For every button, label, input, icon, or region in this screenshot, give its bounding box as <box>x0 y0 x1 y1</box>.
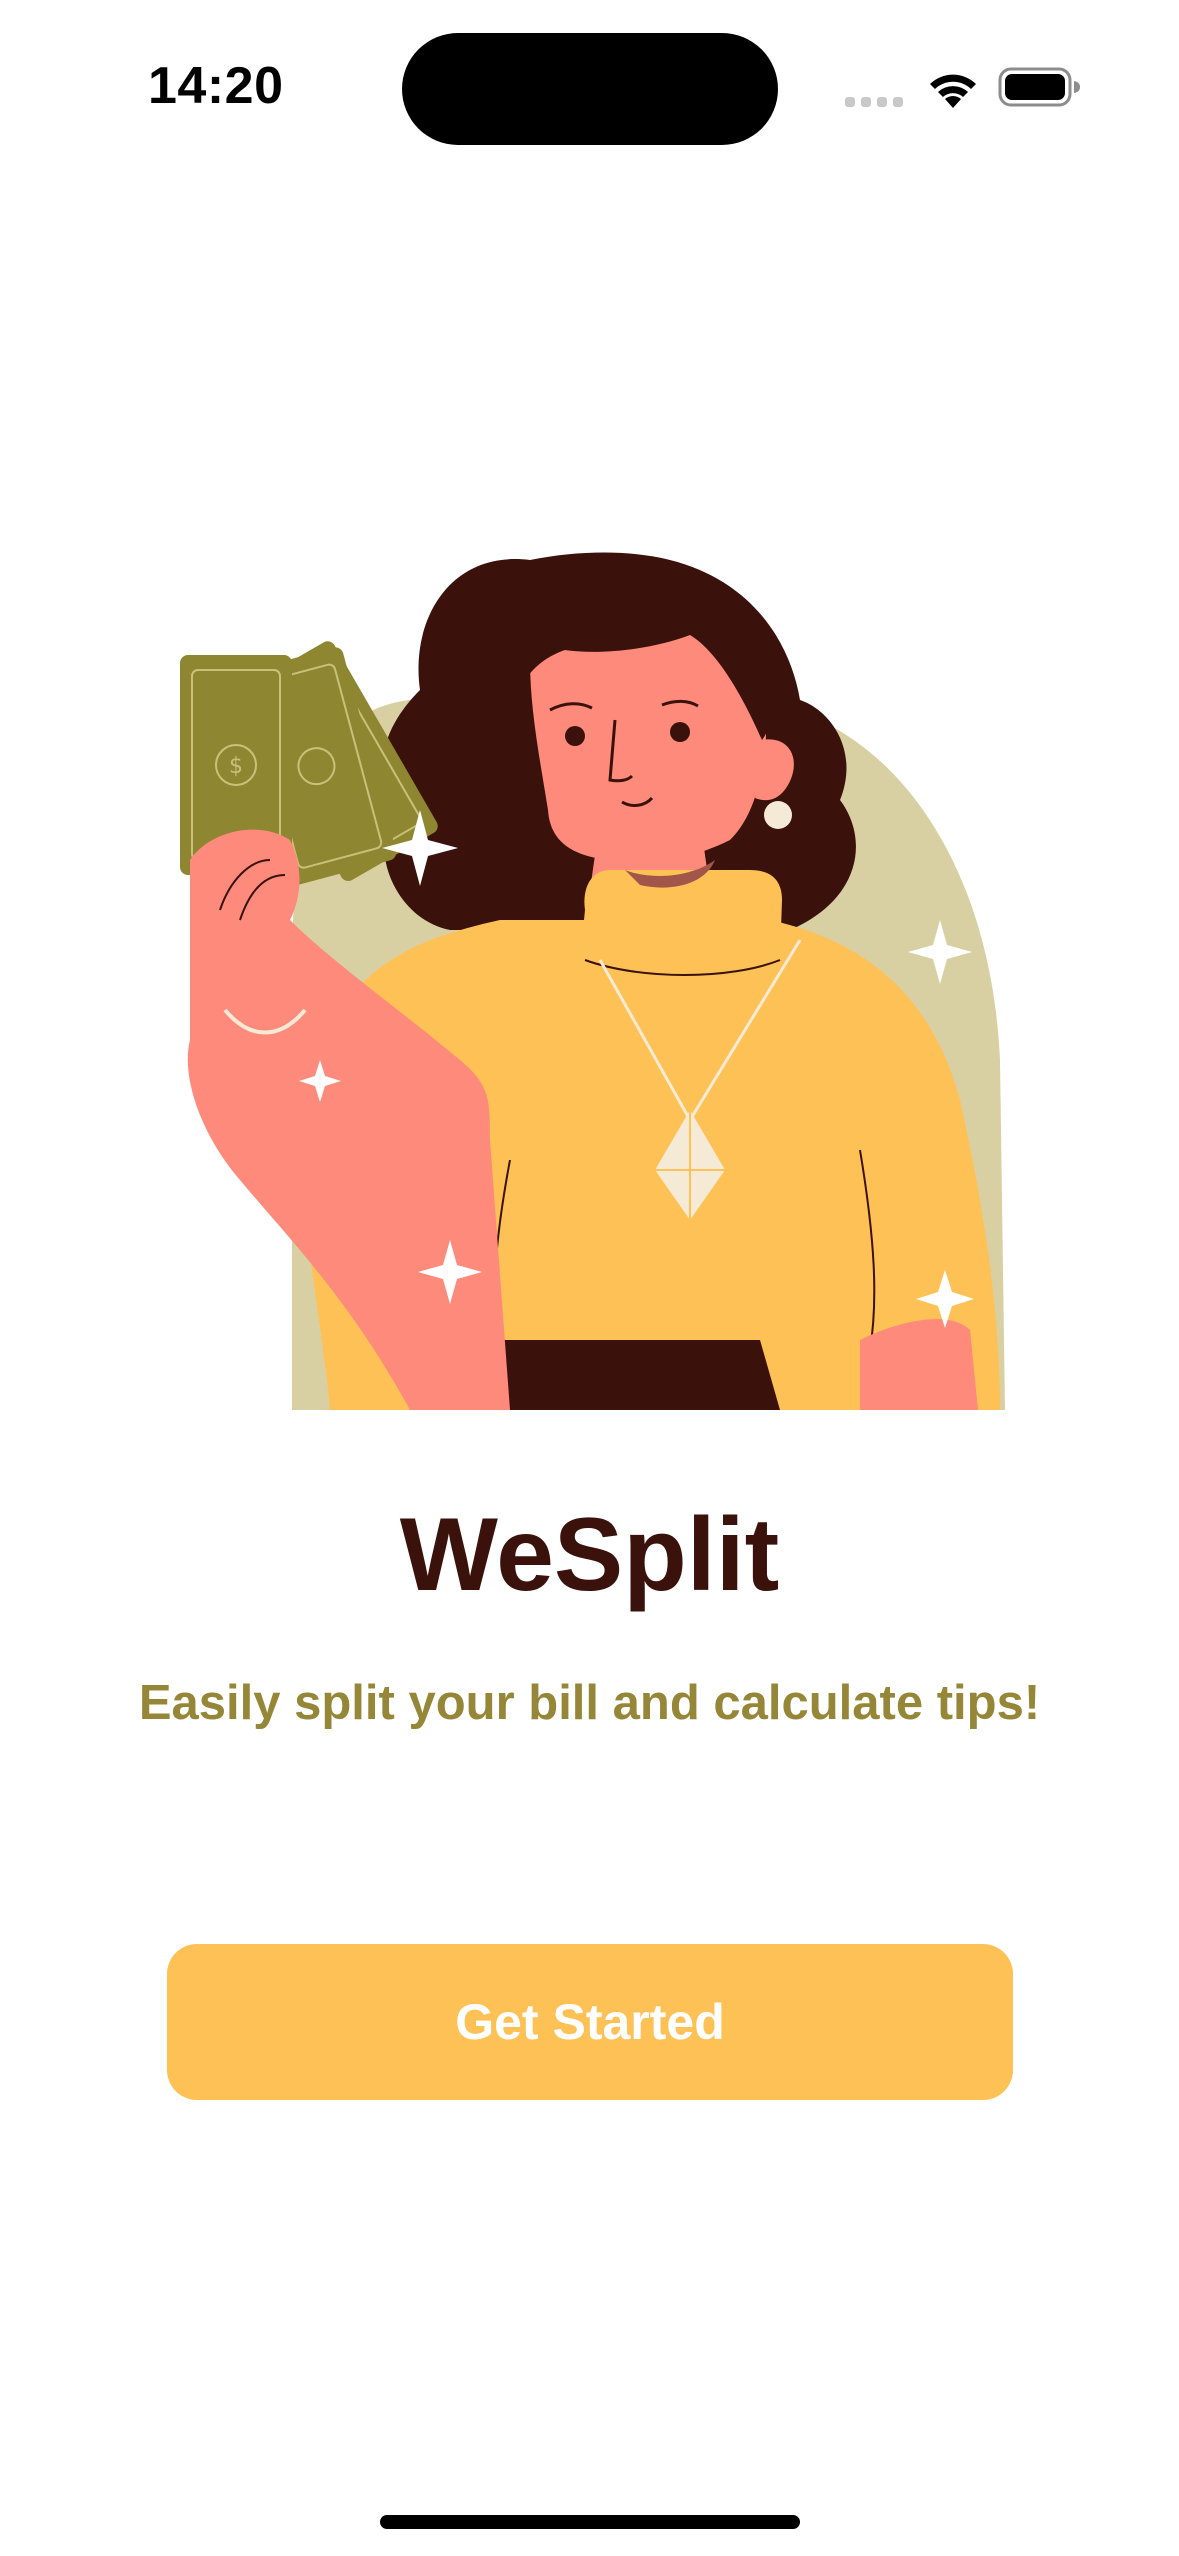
cellular-signal-icon <box>845 97 903 107</box>
battery-icon <box>998 67 1080 107</box>
home-indicator[interactable] <box>380 2515 800 2529</box>
woman-holding-money-illustration: $ <box>180 552 1005 1410</box>
wifi-icon <box>930 74 976 108</box>
svg-text:$: $ <box>229 754 243 779</box>
app-subtitle: Easily split your bill and calculate tip… <box>138 1676 1041 1730</box>
status-bar-time: 14:20 <box>148 57 284 115</box>
app-title: WeSplit <box>399 1497 780 1613</box>
get-started-button[interactable]: Get Started <box>167 1944 1013 2100</box>
dynamic-island <box>402 33 778 145</box>
